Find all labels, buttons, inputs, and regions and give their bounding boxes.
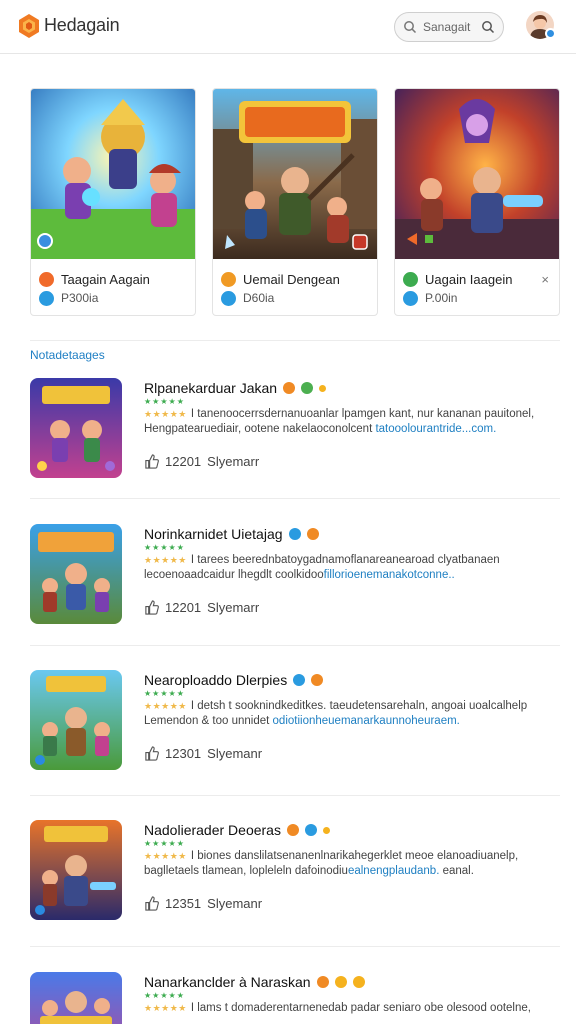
app-header: Hedagain Sanagait (0, 0, 576, 54)
likes-count: 12351 (165, 896, 202, 911)
search-submit-icon[interactable] (481, 20, 495, 34)
likes-count: 12201 (165, 454, 202, 469)
likes-label: Slyemanr (207, 746, 263, 761)
likes-count: 12301 (165, 746, 202, 761)
list-item-description: ★★★★★ I biones danslilatsenanenlnarikaheg… (144, 850, 519, 877)
list-item-link[interactable]: tatooolourantride...com. (375, 423, 496, 435)
list-item[interactable]: Nadolierader Deoeras ★★★★★ ★★★★★ I biones… (30, 820, 560, 930)
new-dot-icon (322, 826, 330, 834)
rating-stars: ★★★★★ (144, 701, 187, 711)
list-item-title[interactable]: Rlpanekarduar Jakan (144, 380, 277, 396)
list-item-title[interactable]: Norinkarnidet Uietajag (144, 526, 283, 542)
dismiss-icon[interactable]: × (541, 272, 549, 287)
divider (30, 645, 560, 646)
award-icon (311, 674, 324, 686)
verified-icon (39, 290, 54, 306)
featured-card[interactable]: Taagain Aagain P300ia (30, 88, 196, 316)
game-logo-icon (39, 271, 54, 287)
list-item[interactable]: Rlpanekarduar Jakan ★★★★★ ★★★★★ I tanenoo… (30, 378, 560, 488)
verified-icon (304, 824, 317, 836)
rating-stars: ★★★★★ (144, 991, 185, 1000)
likes-label: Slyemanr (207, 896, 263, 911)
thumbs-up-icon[interactable] (144, 600, 159, 615)
divider (30, 946, 560, 947)
app-brand-name[interactable]: Hedagain (44, 15, 120, 36)
thumbs-up-icon[interactable] (144, 896, 159, 911)
list-item-link[interactable]: odiotiionheuemanarkaunnoheuraem. (273, 715, 460, 727)
game-logo-icon (403, 271, 418, 287)
featured-card-title[interactable]: Taagain Aagain (61, 272, 150, 287)
featured-card-image (395, 89, 559, 259)
featured-card-image (31, 89, 195, 259)
featured-card-subtitle: P.00in (425, 291, 458, 305)
list-item[interactable]: Nanarkanclder à Naraskan ★★★★★ ★★★★★ I la… (30, 972, 560, 1024)
rating-stars: ★★★★★ (144, 555, 187, 565)
avatar-status-badge (545, 28, 556, 39)
featured-card-title[interactable]: Uemail Dengean (243, 272, 340, 287)
rating-stars: ★★★★★ (144, 397, 185, 406)
likes-count: 12201 (165, 600, 202, 615)
search-input[interactable]: Sanagait (423, 20, 470, 34)
search-bar[interactable]: Sanagait (394, 12, 504, 42)
trophy-icon (352, 976, 365, 988)
new-dot-icon (319, 384, 327, 392)
list-item-thumbnail[interactable] (30, 820, 122, 920)
section-title[interactable]: Notadetaages (30, 348, 105, 362)
list-item-thumbnail[interactable] (30, 524, 122, 624)
app-logo-icon[interactable] (18, 13, 40, 39)
award-icon (306, 528, 319, 540)
likes-counter[interactable]: 12201 Slyemarr (144, 454, 259, 469)
verified-icon (293, 674, 306, 686)
search-icon (404, 21, 417, 34)
list-item-title[interactable]: Nanarkanclder à Naraskan (144, 974, 311, 990)
verified-icon (301, 382, 314, 394)
divider (30, 795, 560, 796)
featured-card[interactable]: Uagain Iaagein P.00in × (394, 88, 560, 316)
list-item[interactable]: Norinkarnidet Uietajag ★★★★★ ★★★★★ I tare… (30, 524, 560, 634)
thumbs-up-icon[interactable] (144, 454, 159, 469)
likes-label: Slyemarr (207, 454, 260, 469)
rating-stars: ★★★★★ (144, 409, 187, 419)
list-item[interactable]: Nearoploaddo Dlerpies ★★★★★ ★★★★★ I detsh… (30, 670, 560, 780)
thumbs-up-icon[interactable] (144, 746, 159, 761)
list-item-title[interactable]: Nadolierader Deoeras (144, 822, 281, 838)
list-item-thumbnail[interactable] (30, 378, 122, 478)
list-item-description: ★★★★★ I lams t domaderentarnenedab padar … (144, 1002, 531, 1014)
rating-stars: ★★★★★ (144, 543, 185, 552)
likes-label: Slyemarr (207, 600, 260, 615)
rating-stars: ★★★★★ (144, 839, 185, 848)
list-item-title[interactable]: Nearoploaddo Dlerpies (144, 672, 287, 688)
list-item-thumbnail[interactable] (30, 670, 122, 770)
rating-stars: ★★★★★ (144, 689, 185, 698)
featured-card-subtitle: D60ia (243, 291, 275, 305)
award-icon (283, 382, 296, 394)
rating-stars: ★★★★★ (144, 1003, 187, 1013)
featured-card-image (213, 89, 377, 259)
verified-icon (288, 528, 301, 540)
verified-icon (403, 290, 418, 306)
award-icon (316, 976, 329, 988)
likes-counter[interactable]: 12201 Slyemarr (144, 600, 259, 615)
star-icon (334, 976, 347, 988)
featured-card-subtitle: P300ia (61, 291, 99, 305)
award-icon (286, 824, 299, 836)
list-item-description: ★★★★★ I detsh t sooknindkeditkes. taeudet… (144, 700, 528, 727)
likes-counter[interactable]: 12301 Slyemanr (144, 746, 262, 761)
list-item-link[interactable]: ealnengplaudanb. (348, 865, 439, 877)
divider (30, 340, 560, 341)
list-item-thumbnail[interactable] (30, 972, 122, 1024)
game-logo-icon (221, 271, 236, 287)
featured-card-title[interactable]: Uagain Iaagein (425, 272, 512, 287)
verified-icon (221, 290, 236, 306)
list-item-link[interactable]: fillorioenemanakotconne.. (324, 569, 455, 581)
rating-stars: ★★★★★ (144, 851, 187, 861)
divider (30, 498, 560, 499)
list-item-description: ★★★★★ I tanenoocerrsdernanuoanlar lpamgen… (144, 408, 535, 435)
list-item-description: ★★★★★ I tarees beerednbatoygadnamoflanare… (144, 554, 500, 581)
likes-counter[interactable]: 12351 Slyemanr (144, 896, 262, 911)
featured-card[interactable]: Uemail Dengean D60ia (212, 88, 378, 316)
